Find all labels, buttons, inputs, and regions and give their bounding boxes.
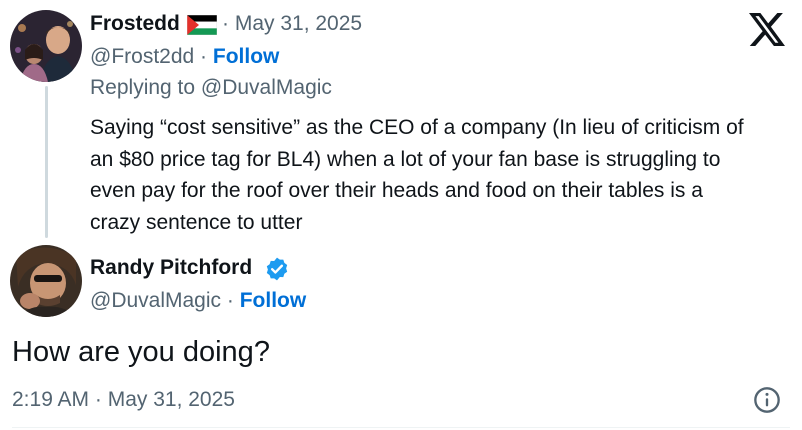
avatar-frostedd[interactable]	[10, 10, 82, 82]
quoted-handle-line: @Frost2dd · Follow	[90, 45, 279, 69]
quoted-text-line: crazy sentence to utter	[90, 210, 303, 234]
thread-connector-line	[45, 86, 48, 238]
quoted-handle[interactable]: @Frost2dd	[90, 45, 194, 68]
replying-to-label[interactable]: Replying to @DuvalMagic	[90, 76, 332, 100]
x-logo-icon[interactable]	[749, 13, 785, 46]
quoted-date-line: · May 31, 2025	[222, 12, 362, 36]
post-text: How are you doing?	[12, 336, 270, 368]
quoted-post-text: Saying “cost sensitive” as the CEO of a …	[90, 112, 790, 238]
author-display-name[interactable]: Randy Pitchford	[90, 256, 252, 280]
separator-dot: ·	[200, 45, 208, 68]
info-icon[interactable]	[753, 386, 781, 414]
palestine-flag-icon	[187, 15, 217, 35]
follow-randy-button[interactable]: Follow	[240, 289, 307, 312]
author-handle-line: @DuvalMagic · Follow	[90, 289, 306, 313]
separator-dot: ·	[226, 289, 234, 312]
post-timestamp[interactable]: 2:19 AM · May 31, 2025	[12, 388, 235, 412]
avatar-randy-pitchford[interactable]	[10, 245, 82, 317]
quoted-text-line: Saying “cost sensitive” as the CEO of a …	[90, 116, 744, 139]
quoted-date[interactable]: May 31, 2025	[235, 12, 362, 35]
follow-frostedd-button[interactable]: Follow	[213, 45, 280, 68]
separator-dot: ·	[222, 12, 229, 35]
embedded-post-card: Frostedd · May 31, 2025 @Frost2dd · Foll…	[0, 0, 802, 430]
author-handle[interactable]: @DuvalMagic	[90, 289, 221, 312]
divider	[12, 427, 790, 428]
verified-badge-icon	[266, 257, 288, 281]
quoted-text-line: even pay for the roof over their heads a…	[90, 179, 703, 202]
quoted-text-line: an $80 price tag for BL4) when a lot of …	[90, 147, 721, 171]
quoted-display-name[interactable]: Frostedd	[90, 12, 180, 36]
